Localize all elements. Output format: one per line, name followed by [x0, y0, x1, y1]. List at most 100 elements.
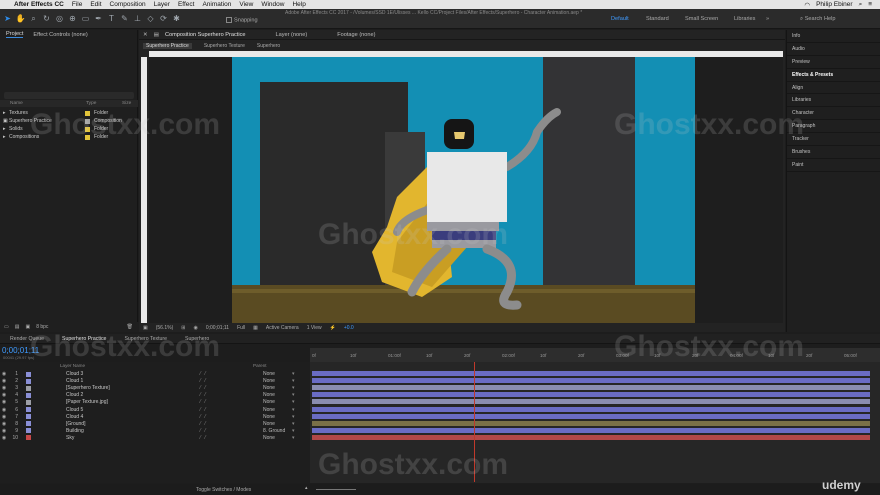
- user-name[interactable]: Philip Ebiner: [816, 1, 853, 8]
- parent-dropdown[interactable]: None: [263, 399, 275, 405]
- vertical-ruler[interactable]: [141, 57, 147, 323]
- layer-name[interactable]: Cloud 4: [66, 414, 83, 420]
- breadcrumb-superhero-texture[interactable]: Superhero Texture: [204, 43, 245, 49]
- brush-tool-icon[interactable]: ✎: [119, 13, 130, 24]
- camera-dropdown[interactable]: Active Camera: [266, 325, 299, 331]
- eraser-tool-icon[interactable]: ◇: [145, 13, 156, 24]
- label-color-swatch[interactable]: [26, 399, 31, 405]
- menu-help[interactable]: Help: [292, 1, 305, 8]
- layer-bar[interactable]: [312, 399, 870, 405]
- label-color-swatch[interactable]: [26, 385, 31, 391]
- menu-layer[interactable]: Layer: [154, 1, 170, 8]
- fast-preview-icon[interactable]: ⚡: [330, 325, 336, 331]
- layer-row[interactable]: ◉ 10 Sky ⁄⁄ None ▾: [0, 435, 310, 441]
- workspace-overflow-icon[interactable]: »: [766, 16, 769, 22]
- label-color-swatch[interactable]: [26, 378, 31, 384]
- parent-dropdown[interactable]: None: [263, 378, 275, 384]
- layer-row[interactable]: ◉ 5 [Paper Texture.jpg] ⁄⁄ None ▾: [0, 399, 310, 405]
- snapping-checkbox[interactable]: [226, 17, 232, 23]
- menu-animation[interactable]: Animation: [202, 1, 231, 8]
- parent-dropdown[interactable]: None: [263, 392, 275, 398]
- layer-bar[interactable]: [312, 385, 870, 391]
- column-size[interactable]: Size: [122, 101, 131, 106]
- layer-switches-icon[interactable]: ⁄⁄: [200, 435, 210, 441]
- comp-canvas[interactable]: [232, 57, 695, 323]
- close-icon[interactable]: ✕: [143, 32, 148, 38]
- visibility-eye-icon[interactable]: ◉: [0, 428, 8, 434]
- chevron-down-icon[interactable]: ▾: [292, 421, 295, 427]
- layer-bar[interactable]: [312, 434, 870, 440]
- transparency-grid-icon[interactable]: ▦: [253, 325, 258, 331]
- parent-dropdown[interactable]: None: [263, 385, 275, 391]
- label-color-swatch[interactable]: [26, 392, 31, 398]
- menu-edit[interactable]: Edit: [90, 1, 101, 8]
- panel-audio[interactable]: Audio: [787, 43, 880, 56]
- tab-effect-controls[interactable]: Effect Controls (none): [33, 32, 87, 38]
- layer-name[interactable]: [Paper Texture.jpg]: [66, 399, 108, 405]
- pan-behind-tool-icon[interactable]: ⊕: [67, 13, 78, 24]
- menu-effect[interactable]: Effect: [178, 1, 195, 8]
- zoom-tool-icon[interactable]: ⌕: [28, 13, 39, 24]
- zoom-out-icon[interactable]: ▴: [305, 485, 308, 491]
- layer-row[interactable]: ◉ 1 Cloud 3 ⁄⁄ None ▾: [0, 371, 310, 377]
- breadcrumb-superhero[interactable]: Superhero: [257, 43, 280, 49]
- layer-bar[interactable]: [312, 378, 870, 384]
- layer-row[interactable]: ◉ 9 Building ⁄⁄ 8. Ground ▾: [0, 428, 310, 434]
- panel-align[interactable]: Align: [787, 82, 880, 95]
- chevron-down-icon[interactable]: ▾: [292, 407, 295, 413]
- layer-switches-icon[interactable]: ⁄⁄: [200, 421, 210, 427]
- zoom-slider[interactable]: [316, 489, 356, 490]
- label-color-swatch[interactable]: [26, 407, 31, 412]
- panel-libraries[interactable]: Libraries: [787, 94, 880, 108]
- label-color-swatch[interactable]: [26, 421, 31, 427]
- layer-row[interactable]: ◉ 8 [Ground] ⁄⁄ None ▾: [0, 421, 310, 427]
- layer-row[interactable]: ◉ 3 [Superhero Texture] ⁄⁄ None ▾: [0, 385, 310, 391]
- puppet-tool-icon[interactable]: ✱: [171, 13, 182, 24]
- breadcrumb-superhero-practice[interactable]: Superhero Practice: [143, 42, 192, 49]
- panel-effects-presets[interactable]: Effects & Presets: [787, 69, 880, 82]
- parent-dropdown[interactable]: None: [263, 421, 275, 427]
- visibility-eye-icon[interactable]: ◉: [0, 399, 8, 405]
- column-name[interactable]: Name: [10, 101, 86, 106]
- layer-switches-icon[interactable]: ⁄⁄: [200, 392, 210, 398]
- layer-name[interactable]: Building: [66, 428, 84, 434]
- rotate-tool-icon[interactable]: ↻: [41, 13, 52, 24]
- parent-dropdown[interactable]: 8. Ground: [263, 428, 285, 434]
- snapping-toggle[interactable]: Snapping: [226, 17, 258, 23]
- parent-dropdown[interactable]: None: [263, 407, 275, 413]
- layer-switches-icon[interactable]: ⁄⁄: [200, 428, 210, 434]
- panel-preview[interactable]: Preview: [787, 56, 880, 69]
- tab-composition[interactable]: Composition Superhero Practice: [165, 32, 246, 38]
- layer-name[interactable]: Cloud 1: [66, 378, 83, 384]
- column-type[interactable]: Type: [86, 101, 122, 106]
- layer-name[interactable]: [Ground]: [66, 421, 85, 427]
- menu-window[interactable]: Window: [261, 1, 284, 8]
- label-color-swatch[interactable]: [26, 414, 31, 420]
- layer-bar[interactable]: [312, 392, 870, 398]
- label-color-swatch[interactable]: [26, 435, 31, 441]
- new-folder-icon[interactable]: ▤: [15, 324, 20, 330]
- parent-dropdown[interactable]: None: [263, 414, 275, 420]
- layer-bar[interactable]: [312, 406, 870, 412]
- layer-switches-icon[interactable]: ⁄⁄: [200, 399, 210, 405]
- layer-row[interactable]: ◉ 6 Cloud 5 ⁄⁄ None ▾: [0, 407, 310, 413]
- workspace-small-screen[interactable]: Small Screen: [685, 16, 718, 22]
- interpret-footage-icon[interactable]: ▭: [4, 324, 9, 330]
- chevron-down-icon[interactable]: ▾: [292, 414, 295, 420]
- resolution-dropdown[interactable]: Full: [237, 325, 245, 331]
- workspace-standard[interactable]: Standard: [646, 16, 669, 22]
- workspace-libraries[interactable]: Libraries: [734, 16, 755, 22]
- visibility-eye-icon[interactable]: ◉: [0, 392, 8, 398]
- type-tool-icon[interactable]: T: [106, 13, 117, 24]
- visibility-eye-icon[interactable]: ◉: [0, 421, 8, 427]
- visibility-eye-icon[interactable]: ◉: [0, 407, 8, 413]
- list-icon[interactable]: ≡: [868, 1, 872, 8]
- search-icon[interactable]: ⌕: [859, 1, 863, 9]
- parent-dropdown[interactable]: None: [263, 435, 275, 441]
- layer-switches-icon[interactable]: ⁄⁄: [200, 414, 210, 420]
- layer-row[interactable]: ◉ 7 Cloud 4 ⁄⁄ None ▾: [0, 414, 310, 420]
- exposure-value[interactable]: +0.0: [344, 325, 354, 331]
- column-parent[interactable]: Parent: [253, 363, 267, 368]
- composition-viewer[interactable]: [149, 57, 783, 323]
- app-name[interactable]: After Effects CC: [14, 1, 64, 8]
